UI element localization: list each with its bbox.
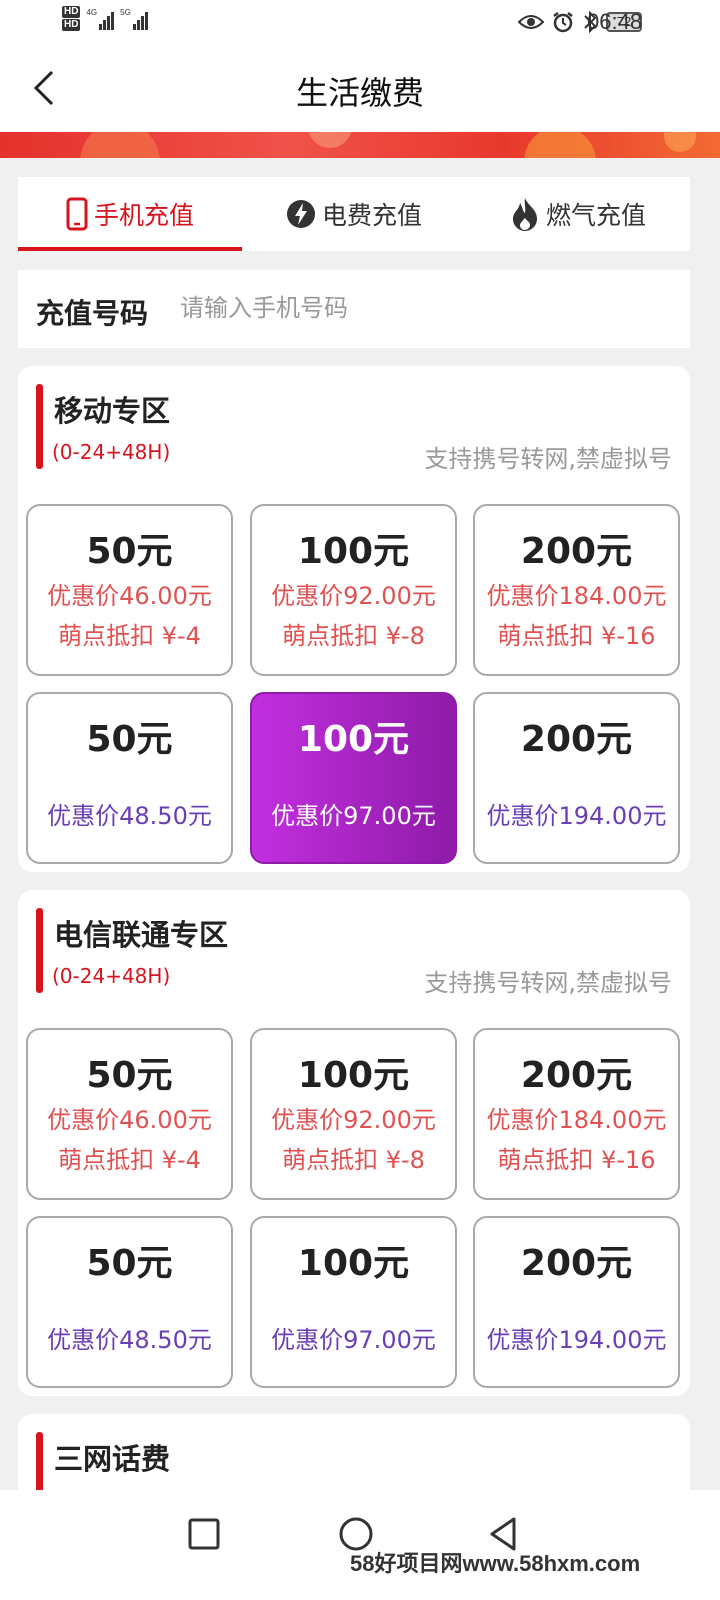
tab-gas-recharge-label: 燃气充值: [545, 201, 646, 230]
tab-gas-recharge[interactable]: 燃气充值: [466, 177, 690, 251]
banner-image: [0, 132, 720, 158]
section-marker: [36, 384, 43, 469]
amount-card[interactable]: 200元 优惠价184.00元 萌点抵扣 ¥-16: [473, 1028, 680, 1200]
watermark-text: 58好项目网www.58hxm.com: [350, 1551, 641, 1576]
card-price: 优惠价194.00元: [486, 1326, 667, 1354]
system-nav-bar: [0, 1490, 720, 1600]
status-bar: HD HD 4G 5G 72 06:48: [0, 0, 720, 48]
lightning-icon: [286, 200, 315, 228]
section-subtitle: (0-24+48H): [52, 440, 171, 464]
section-subtitle: (0-24+48H): [52, 964, 171, 988]
recharge-tabs: 手机充值 电费充值 燃气充值: [18, 177, 690, 251]
card-amount: 50元: [86, 531, 173, 572]
card-points: 萌点抵扣 ¥-4: [58, 622, 201, 650]
card-points: 萌点抵扣 ¥-8: [282, 1146, 425, 1174]
recent-apps-icon[interactable]: [182, 1512, 226, 1556]
flame-icon: [512, 198, 537, 231]
tab-electricity-recharge-label: 电费充值: [321, 201, 422, 230]
eye-icon: [518, 15, 544, 29]
amount-card-selected[interactable]: 100元 优惠价97.00元: [250, 692, 457, 864]
amount-card[interactable]: 100元 优惠价92.00元 萌点抵扣 ¥-8: [250, 504, 457, 676]
card-amount: 50元: [86, 1055, 173, 1096]
card-amount: 100元: [297, 1055, 410, 1096]
amount-card[interactable]: 50元 优惠价46.00元 萌点抵扣 ¥-4: [26, 504, 233, 676]
card-points: 萌点抵扣 ¥-8: [282, 622, 425, 650]
card-price: 优惠价92.00元: [271, 1106, 436, 1134]
section-marker: [36, 908, 43, 993]
banner-decoration: [80, 132, 696, 158]
card-amount: 100元: [297, 1243, 410, 1284]
alarm-icon: [553, 12, 573, 33]
tab-mobile-recharge[interactable]: 手机充值: [18, 177, 242, 251]
signal-area: HD HD 4G 5G: [62, 6, 148, 31]
section-mobile: 移动专区 (0-24+48H) 支持携号转网,禁虚拟号 50元 优惠价46.00…: [18, 366, 690, 872]
card-amount: 200元: [520, 1055, 633, 1096]
hd-badge-1: HD: [62, 6, 81, 18]
recharge-number-row: 充值号码: [18, 270, 690, 348]
section-note: 支持携号转网,禁虚拟号: [424, 969, 672, 997]
clock: 06:48: [587, 9, 643, 34]
card-price: 优惠价97.00元: [271, 1326, 436, 1354]
signal-1-icon: 4G: [86, 8, 115, 30]
page-title: 生活缴费: [295, 74, 424, 112]
amount-card[interactable]: 200元 优惠价194.00元: [473, 692, 680, 864]
amount-card[interactable]: 50元 优惠价48.50元: [26, 692, 233, 864]
amount-card[interactable]: 100元 优惠价92.00元 萌点抵扣 ¥-8: [250, 1028, 457, 1200]
recharge-number-label: 充值号码: [36, 297, 149, 330]
section-telecom-unicom: 电信联通专区 (0-24+48H) 支持携号转网,禁虚拟号 50元 优惠价46.…: [18, 890, 690, 1396]
card-price: 优惠价97.00元: [271, 802, 436, 830]
card-price: 优惠价92.00元: [271, 582, 436, 610]
phone-number-input[interactable]: [180, 284, 660, 332]
card-amount: 50元: [86, 719, 173, 760]
card-points: 萌点抵扣 ¥-16: [497, 622, 656, 650]
amount-card[interactable]: 50元 优惠价46.00元 萌点抵扣 ¥-4: [26, 1028, 233, 1200]
card-price: 优惠价194.00元: [486, 802, 667, 830]
card-points: 萌点抵扣 ¥-4: [58, 1146, 201, 1174]
signal-2-icon: 5G: [120, 8, 148, 30]
amount-card[interactable]: 200元 优惠价184.00元 萌点抵扣 ¥-16: [473, 504, 680, 676]
card-points: 萌点抵扣 ¥-16: [497, 1146, 656, 1174]
phone-icon: [66, 197, 88, 231]
tab-mobile-recharge-label: 手机充值: [93, 201, 194, 230]
card-price: 优惠价184.00元: [486, 582, 667, 610]
card-price: 优惠价48.50元: [47, 1326, 212, 1354]
active-tab-indicator: [18, 247, 242, 251]
amount-card[interactable]: 100元 优惠价97.00元: [250, 1216, 457, 1388]
tab-electricity-recharge[interactable]: 电费充值: [242, 177, 466, 251]
card-amount: 200元: [520, 719, 633, 760]
card-price: 优惠价184.00元: [486, 1106, 667, 1134]
card-price: 优惠价48.50元: [47, 802, 212, 830]
amount-card[interactable]: 50元 优惠价48.50元: [26, 1216, 233, 1388]
card-amount: 200元: [520, 531, 633, 572]
header: 生活缴费: [0, 48, 720, 132]
section-title: 移动专区: [54, 394, 171, 428]
card-amount: 200元: [520, 1243, 633, 1284]
card-amount: 100元: [297, 531, 410, 572]
card-price: 优惠价46.00元: [47, 1106, 212, 1134]
hd-badges: HD HD: [62, 6, 81, 31]
card-price: 优惠价46.00元: [47, 582, 212, 610]
card-amount: 100元: [297, 719, 410, 760]
section-title: 三网话费: [54, 1442, 171, 1476]
network-type-2: 5G: [120, 8, 131, 17]
amount-card[interactable]: 200元 优惠价194.00元: [473, 1216, 680, 1388]
hd-badge-2: HD: [62, 19, 81, 31]
section-title: 电信联通专区: [54, 918, 229, 952]
card-amount: 50元: [86, 1243, 173, 1284]
section-note: 支持携号转网,禁虚拟号: [424, 445, 672, 473]
network-type-1: 4G: [86, 8, 98, 17]
